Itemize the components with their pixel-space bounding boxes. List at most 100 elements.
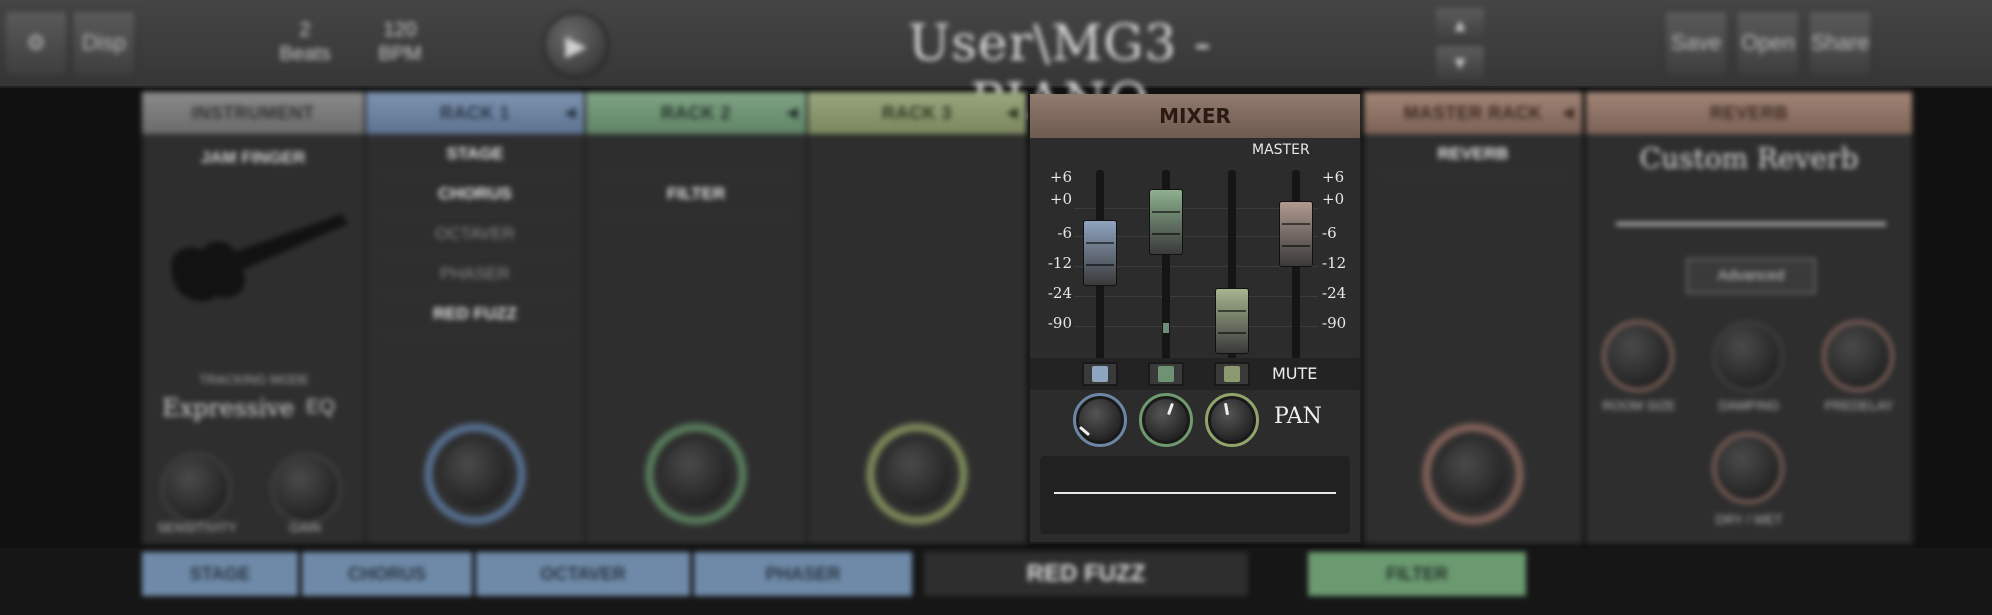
rack-2-title: RACK 2 [660,102,731,123]
dry-wet-knob[interactable] [1712,432,1784,504]
slot-empty[interactable] [600,134,792,174]
predelay-label: PREDELAY [1824,398,1894,413]
channel-1-pan-knob[interactable] [1073,393,1127,447]
slot-filter[interactable]: FILTER [600,174,792,214]
tab-octaver[interactable]: OCTAVER [476,552,690,596]
chevron-down-icon: ▼ [1451,53,1469,73]
scope-trace [1054,492,1336,494]
play-button[interactable]: ▶ [543,12,609,78]
sensitivity-knob[interactable] [160,452,232,524]
tracking-mode-caption: TRACKING MODE [199,372,309,387]
db-tick: +6 [1322,168,1345,186]
room-size-label: ROOM SIZE [1602,398,1676,413]
mute-indicator [1092,366,1108,382]
settings-button[interactable]: ⚙ [4,10,68,76]
level-meter [1163,323,1169,333]
db-gridline [1074,326,1318,327]
channel-2-fader[interactable] [1149,188,1183,255]
rack-1-panel: RACK 1 ◀ STAGE CHORUS OCTAVER PHASER RED… [366,92,586,544]
rack-2-volume-knob[interactable] [644,422,748,526]
mixer-panel: MIXER MASTER +6 +0 -6 -12 -24 -90 +6 +0 … [1028,94,1362,544]
open-button[interactable]: Open [1736,10,1800,76]
db-tick: +0 [1322,190,1345,208]
reverb-panel: REVERB Custom Reverb Advanced ROOM SIZE … [1586,92,1914,544]
reverb-header: REVERB [1586,92,1912,134]
advanced-button[interactable]: Advanced [1686,258,1816,294]
channel-3-fader[interactable] [1215,287,1249,354]
damping-knob[interactable] [1712,320,1784,392]
tab-filter[interactable]: FILTER [1308,552,1526,596]
reverb-preset-name[interactable]: Custom Reverb [1586,142,1912,175]
gain-knob[interactable] [270,452,342,524]
display-button[interactable]: Disp [72,10,136,76]
slot-stage[interactable]: STAGE [380,134,570,174]
reverb-slider[interactable] [1616,222,1886,226]
channel-3-mute-button[interactable] [1214,362,1250,386]
rack-1-volume-knob[interactable] [423,422,527,526]
chevron-right-icon: ◀ [1562,104,1574,120]
rack-3-header[interactable]: RACK 3 ◀ [808,92,1026,134]
chevron-right-icon: ◀ [1006,104,1018,120]
share-button[interactable]: Share [1808,10,1872,76]
db-tick: -12 [1322,254,1347,272]
rack-3-title: RACK 3 [881,102,952,123]
slot-octaver[interactable]: OCTAVER [380,214,570,254]
instrument-header: INSTRUMENT [142,92,364,134]
eq-toggle[interactable]: EQ [306,396,335,419]
master-label: MASTER [1252,142,1310,158]
rack-2-panel: RACK 2 ◀ FILTER [586,92,808,544]
channel-1-fader[interactable] [1083,219,1117,286]
room-size-knob[interactable] [1602,320,1674,392]
beats-display[interactable]: 2 Beats [270,18,340,66]
db-tick: -6 [1322,224,1337,242]
beats-label: Beats [279,43,331,65]
channel-3-pan-knob[interactable] [1205,393,1259,447]
instrument-name: JAM FINGER [200,148,306,167]
preset-up-button[interactable]: ▲ [1436,8,1484,42]
channel-2-mute-button[interactable] [1148,362,1184,386]
db-tick: +6 [1049,168,1072,186]
rack-3-volume-knob[interactable] [865,422,969,526]
slot-reverb[interactable]: REVERB [1378,134,1568,174]
bottom-strip: STAGE CHORUS OCTAVER PHASER RED FUZZ FIL… [0,548,1992,615]
db-tick: -6 [1057,224,1072,242]
db-tick: -24 [1047,284,1072,302]
top-toolbar: ⚙ Disp 2 Beats 120 BPM ▶ User\MG3 - PIAN… [0,0,1992,130]
channel-1-mute-button[interactable] [1082,362,1118,386]
tab-phaser[interactable]: PHASER [694,552,912,596]
tab-chorus[interactable]: CHORUS [302,552,472,596]
tracking-mode-select[interactable]: Expressive [162,394,294,422]
mute-indicator [1224,366,1240,382]
db-tick: -90 [1047,314,1072,332]
slot-red-fuzz[interactable]: RED FUZZ [380,294,570,334]
output-scope [1040,456,1350,534]
electric-guitar-icon [171,214,348,302]
predelay-knob[interactable] [1822,320,1894,392]
tab-red-fuzz[interactable]: RED FUZZ [924,552,1248,596]
channel-2-pan-knob[interactable] [1139,393,1193,447]
chevron-right-icon: ◀ [564,104,576,120]
tempo-value: 120 [383,19,417,41]
rack-2-header[interactable]: RACK 2 ◀ [586,92,806,134]
play-icon: ▶ [565,29,587,61]
master-rack-header[interactable]: MASTER RACK ◀ [1364,92,1582,134]
tab-stage[interactable]: STAGE [142,552,298,596]
slot-phaser[interactable]: PHASER [380,254,570,294]
db-gridline [1074,296,1318,297]
preset-navigator: ▲ ▼ [1436,8,1484,80]
tempo-label: BPM [378,43,422,65]
master-fader[interactable] [1279,201,1313,267]
pan-label: PAN [1274,404,1322,429]
rack-1-title: RACK 1 [439,102,510,123]
rack-1-header[interactable]: RACK 1 ◀ [366,92,584,134]
instrument-panel: INSTRUMENT JAM FINGER TRACKING MODE Expr… [142,92,366,544]
gain-label: GAIN [289,520,321,535]
sensitivity-label: SENSITIVITY [157,520,237,535]
save-button[interactable]: Save [1664,10,1728,76]
beats-value: 2 [299,19,311,41]
tempo-display[interactable]: 120 BPM [360,18,440,66]
master-volume-knob[interactable] [1421,422,1525,526]
rack-3-panel: RACK 3 ◀ [808,92,1028,544]
preset-down-button[interactable]: ▼ [1436,46,1484,80]
slot-chorus[interactable]: CHORUS [380,174,570,214]
